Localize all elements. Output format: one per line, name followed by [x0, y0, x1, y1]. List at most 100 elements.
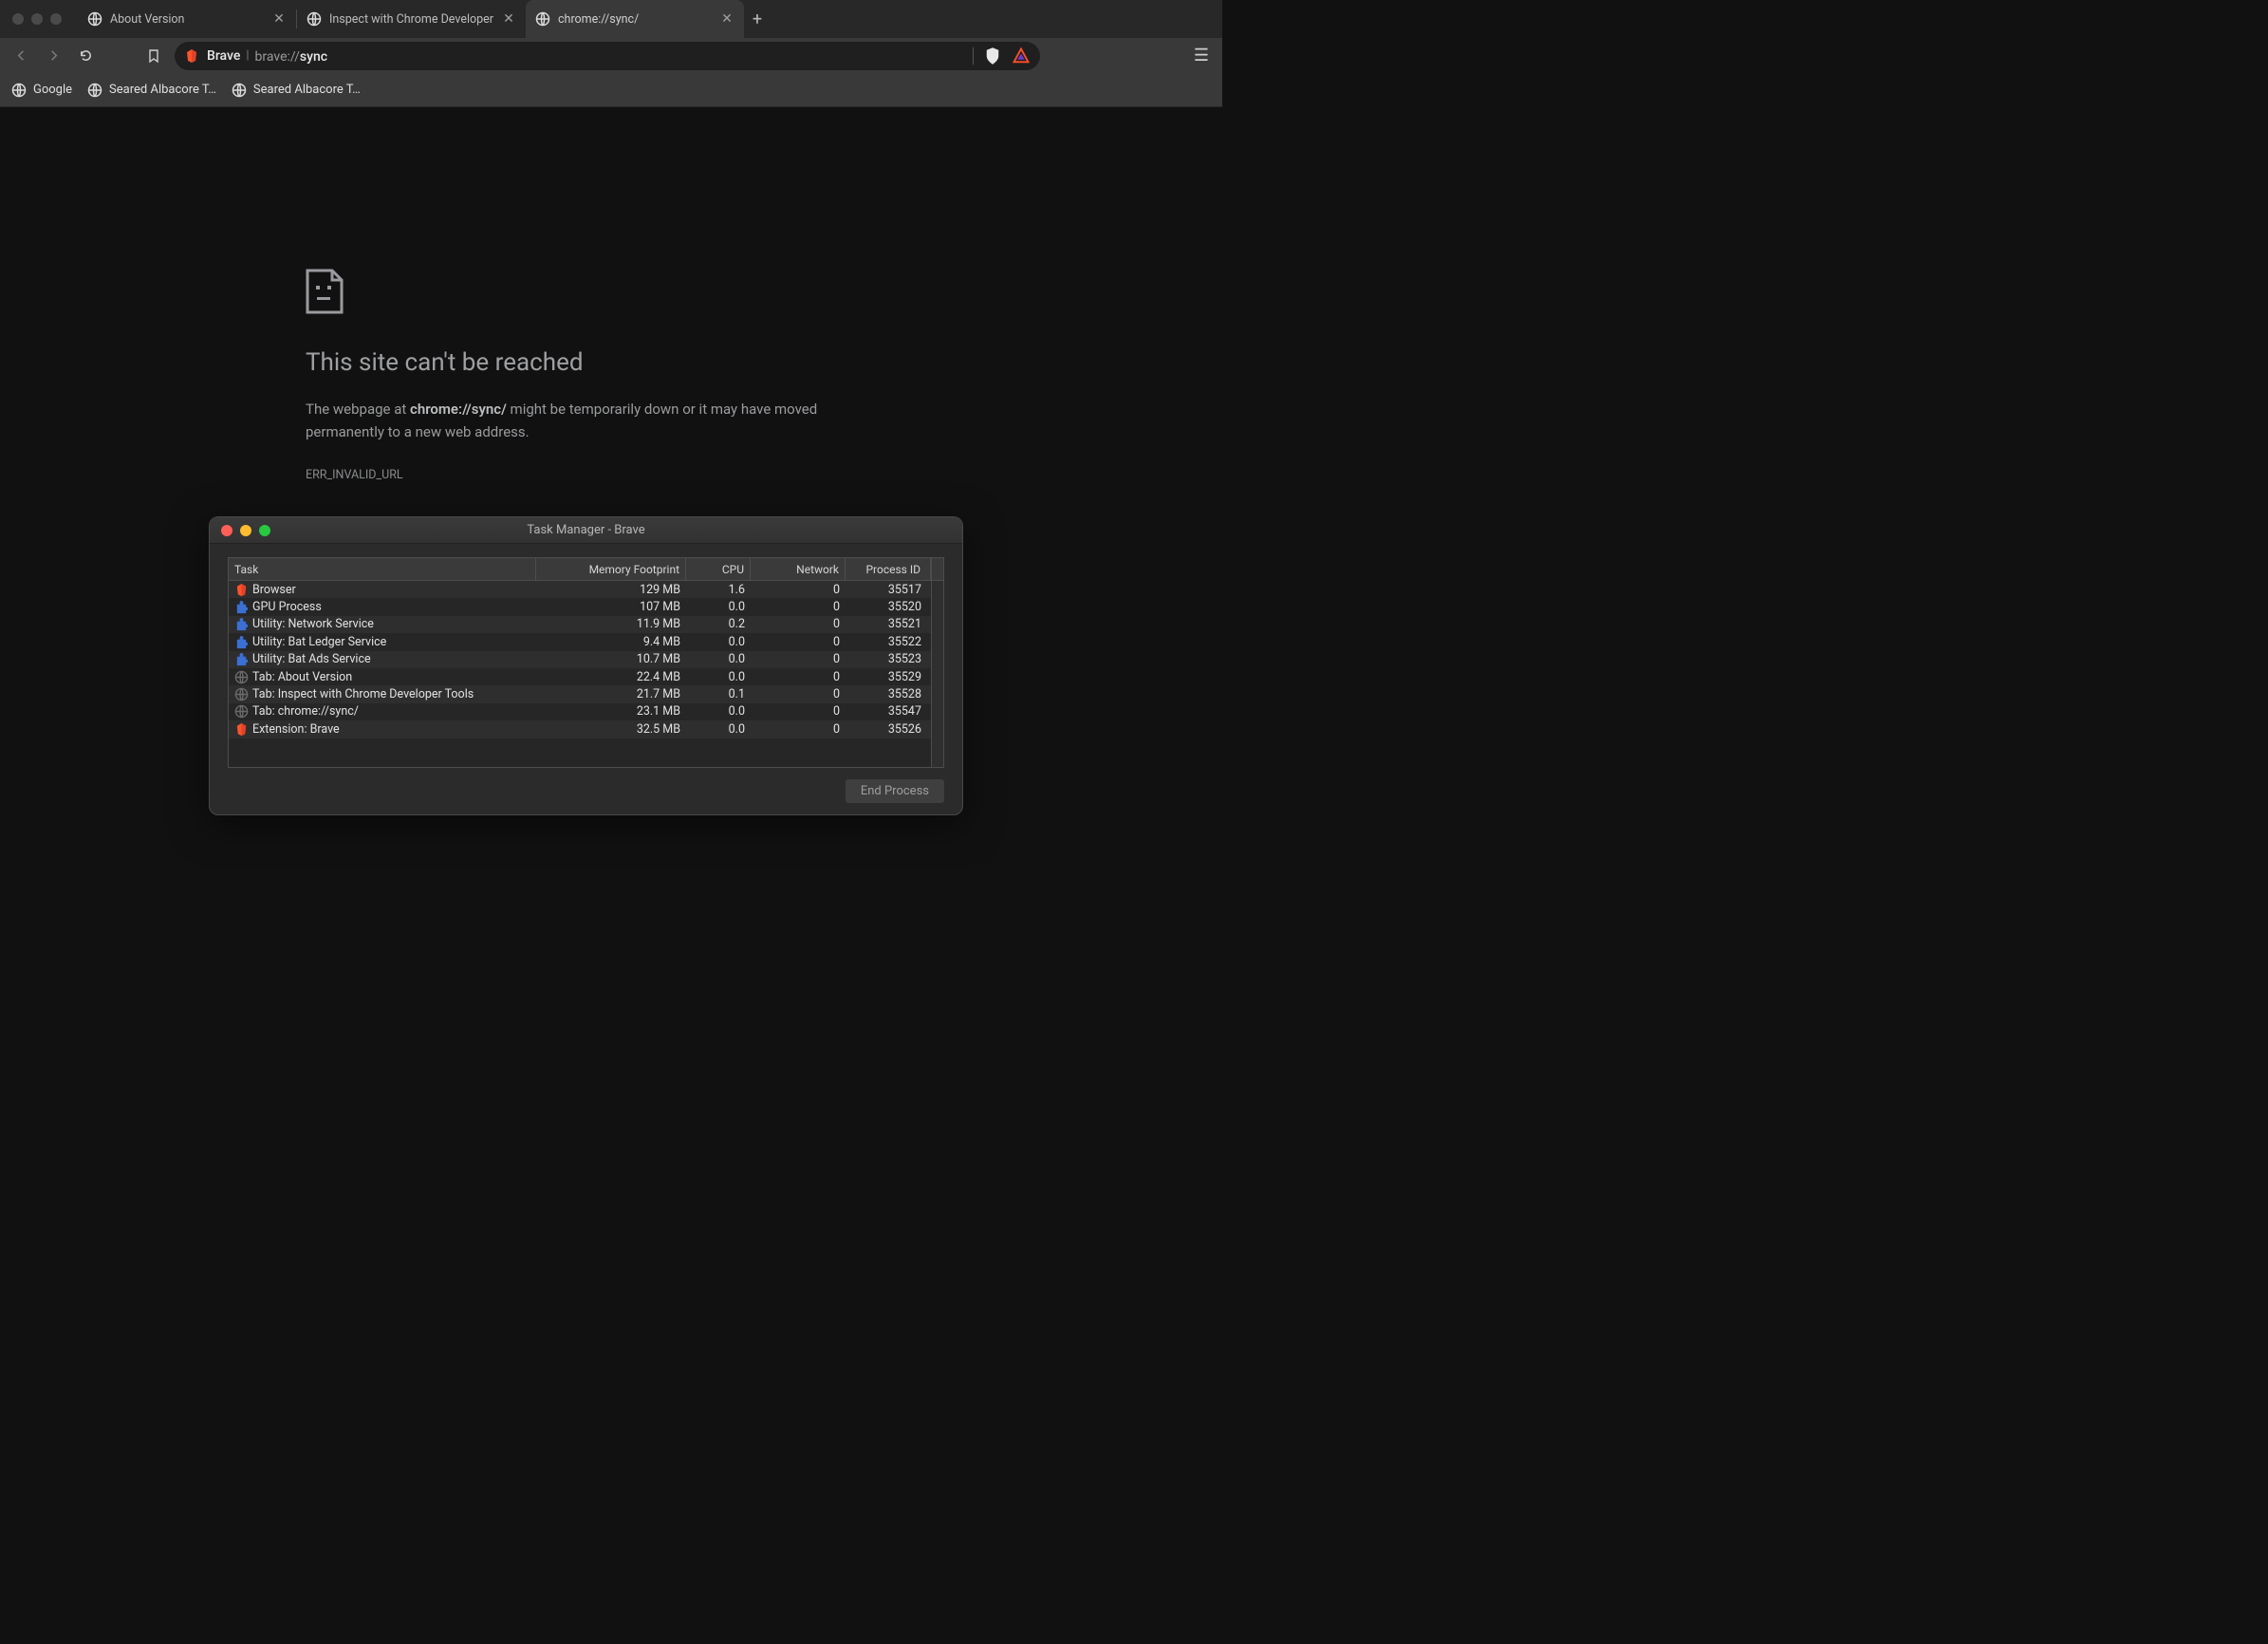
task-manager-table: Task Memory Footprint CPU Network Proces… — [228, 557, 944, 768]
globe-icon — [234, 704, 249, 719]
cell-task: Tab: About Version — [229, 670, 536, 684]
cell-network: 0 — [751, 600, 846, 614]
cell-task: Extension: Brave — [229, 722, 536, 737]
task-manager-traffic-lights — [210, 525, 270, 536]
task-name: Browser — [252, 583, 296, 597]
globe-icon — [535, 11, 550, 27]
column-memory[interactable]: Memory Footprint — [536, 558, 686, 580]
cell-network: 0 — [751, 704, 846, 719]
tab-title: Inspect with Chrome Developer — [329, 12, 493, 27]
table-header-row: Task Memory Footprint CPU Network Proces… — [229, 558, 943, 581]
tab-inspect-devtools[interactable]: Inspect with Chrome Developer ✕ — [297, 0, 526, 38]
cell-pid: 35526 — [846, 722, 931, 737]
column-cpu[interactable]: CPU — [686, 558, 751, 580]
task-name: Tab: About Version — [252, 670, 352, 684]
globe-icon — [87, 11, 102, 27]
omnibox-separator: | — [246, 48, 249, 63]
column-task[interactable]: Task — [229, 558, 536, 580]
cell-memory: 10.7 MB — [536, 652, 686, 666]
browser-toolbar: Brave | brave://sync ☰ — [0, 38, 1222, 73]
table-row[interactable]: Tab: chrome://sync/23.1 MB0.0035547 — [229, 703, 931, 720]
brave-shields-icon[interactable] — [983, 47, 1002, 65]
cell-memory: 9.4 MB — [536, 635, 686, 649]
scrollbar-gutter — [931, 558, 943, 580]
cell-pid: 35522 — [846, 635, 931, 649]
globe-icon — [87, 83, 102, 98]
table-row[interactable]: Utility: Network Service11.9 MB0.2035521 — [229, 616, 931, 633]
bookmark-label: Seared Albacore T… — [109, 83, 216, 97]
cell-cpu: 0.2 — [686, 617, 751, 631]
cell-task: Tab: Inspect with Chrome Developer Tools — [229, 687, 536, 701]
bookmark-seared-albacore-2[interactable]: Seared Albacore T… — [232, 83, 361, 98]
cell-network: 0 — [751, 652, 846, 666]
window-traffic-lights — [0, 13, 74, 25]
table-row[interactable]: GPU Process107 MB0.0035520 — [229, 598, 931, 615]
minimize-window-icon[interactable] — [240, 525, 251, 536]
column-network[interactable]: Network — [751, 558, 846, 580]
table-row[interactable]: Tab: Inspect with Chrome Developer Tools… — [229, 685, 931, 702]
cell-pid: 35517 — [846, 583, 931, 597]
close-tab-icon[interactable]: ✕ — [719, 11, 734, 27]
cell-memory: 21.7 MB — [536, 687, 686, 701]
task-name: Utility: Network Service — [252, 617, 374, 631]
table-row[interactable]: Extension: Brave32.5 MB0.0035526 — [229, 720, 931, 738]
table-row[interactable]: Utility: Bat Ads Service10.7 MB0.0035523 — [229, 651, 931, 668]
close-window-icon[interactable] — [221, 525, 232, 536]
new-tab-button[interactable]: + — [744, 0, 771, 38]
bookmark-google[interactable]: Google — [11, 83, 72, 98]
table-row[interactable]: Browser129 MB1.6035517 — [229, 581, 931, 598]
close-window-icon[interactable] — [12, 13, 24, 25]
task-name: Utility: Bat Ledger Service — [252, 635, 386, 649]
brave-rewards-icon[interactable] — [1012, 47, 1031, 65]
reload-button[interactable] — [74, 45, 97, 67]
error-message: The webpage at chrome://sync/ might be t… — [306, 398, 884, 443]
cell-cpu: 0.0 — [686, 600, 751, 614]
column-process-id[interactable]: Process ID — [846, 558, 931, 580]
cell-task: Tab: chrome://sync/ — [229, 704, 536, 719]
brave-icon — [234, 583, 249, 597]
cell-pid: 35529 — [846, 670, 931, 684]
bookmark-page-button[interactable] — [142, 45, 165, 67]
task-name: Extension: Brave — [252, 722, 340, 737]
cell-memory: 32.5 MB — [536, 722, 686, 737]
maximize-window-icon[interactable] — [50, 13, 62, 25]
bookmark-seared-albacore-1[interactable]: Seared Albacore T… — [87, 83, 216, 98]
task-manager-window[interactable]: Task Manager - Brave Task Memory Footpri… — [209, 516, 963, 815]
cell-memory: 11.9 MB — [536, 617, 686, 631]
table-row[interactable]: Utility: Bat Ledger Service9.4 MB0.00355… — [229, 633, 931, 650]
cell-network: 0 — [751, 635, 846, 649]
bookmark-label: Seared Albacore T… — [253, 83, 361, 97]
window-titlebar: About Version ✕ Inspect with Chrome Deve… — [0, 0, 1222, 38]
globe-icon — [234, 687, 249, 701]
cell-task: Browser — [229, 583, 536, 597]
task-manager-titlebar[interactable]: Task Manager - Brave — [210, 517, 962, 544]
back-button[interactable] — [9, 45, 32, 67]
cell-task: GPU Process — [229, 600, 536, 614]
task-manager-body: Task Memory Footprint CPU Network Proces… — [210, 544, 962, 814]
page-content: This site can't be reached The webpage a… — [0, 107, 1222, 885]
minimize-window-icon[interactable] — [31, 13, 43, 25]
main-menu-button[interactable]: ☰ — [1190, 46, 1213, 65]
cell-network: 0 — [751, 583, 846, 597]
task-name: Utility: Bat Ads Service — [252, 652, 371, 666]
cell-memory: 107 MB — [536, 600, 686, 614]
table-row[interactable]: Tab: About Version22.4 MB0.0035529 — [229, 668, 931, 685]
tab-strip: About Version ✕ Inspect with Chrome Deve… — [78, 0, 771, 38]
address-bar[interactable]: Brave | brave://sync — [175, 42, 1040, 70]
maximize-window-icon[interactable] — [259, 525, 270, 536]
table-rows: Browser129 MB1.6035517GPU Process107 MB0… — [229, 581, 943, 767]
tab-chrome-sync[interactable]: chrome://sync/ ✕ — [526, 0, 744, 38]
tab-about-version[interactable]: About Version ✕ — [78, 0, 296, 38]
forward-button[interactable] — [42, 45, 65, 67]
close-tab-icon[interactable]: ✕ — [271, 11, 287, 27]
end-process-button[interactable]: End Process — [846, 779, 944, 803]
cell-cpu: 0.0 — [686, 722, 751, 737]
tab-title: About Version — [110, 12, 264, 27]
scrollbar[interactable] — [931, 581, 943, 767]
puzzle-icon — [234, 600, 249, 614]
cell-task: Utility: Bat Ads Service — [229, 652, 536, 666]
cell-task: Utility: Network Service — [229, 617, 536, 631]
omnibox-host: Brave — [207, 48, 240, 64]
close-tab-icon[interactable]: ✕ — [501, 11, 516, 27]
bookmarks-bar: Google Seared Albacore T… Seared Albacor… — [0, 73, 1222, 107]
